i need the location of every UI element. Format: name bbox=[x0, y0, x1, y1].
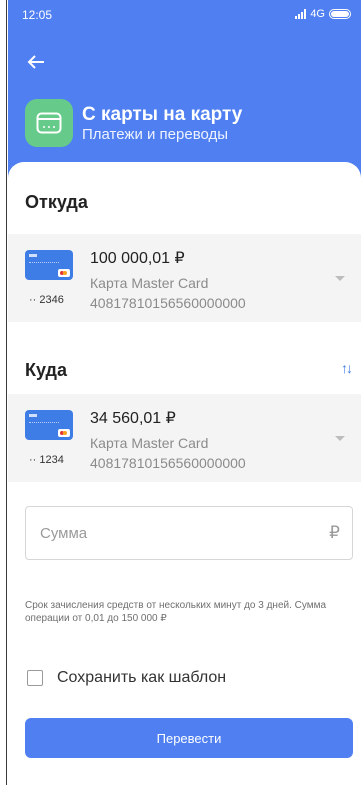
left-frame-border bbox=[6, 0, 7, 785]
save-template-label: Сохранить как шаблон bbox=[57, 669, 227, 686]
card-icon bbox=[25, 250, 73, 280]
card-icon bbox=[25, 410, 73, 440]
transfer-hint: Срок зачисления средств от нескольких ми… bbox=[25, 600, 327, 624]
save-template-checkbox[interactable] bbox=[27, 670, 43, 686]
ruble-icon: ₽ bbox=[329, 523, 340, 542]
amount-input[interactable]: Сумма ₽ bbox=[25, 506, 353, 560]
status-indicators: 4G bbox=[295, 8, 351, 20]
card-name: Карта Master Card bbox=[90, 275, 209, 291]
to-card-select[interactable]: ·· 1234 34 560,01 ₽ Карта Master Card 40… bbox=[8, 394, 361, 482]
to-section-title: Куда bbox=[25, 360, 67, 380]
amount-placeholder: Сумма bbox=[40, 525, 88, 542]
transfer-button[interactable]: Перевести bbox=[25, 718, 353, 758]
status-time: 12:05 bbox=[22, 8, 53, 22]
save-template-row[interactable]: Сохранить как шаблон bbox=[25, 667, 226, 689]
page-subtitle: Платежи и переводы bbox=[82, 126, 229, 143]
network-type: 4G bbox=[310, 8, 325, 20]
arrow-left-icon bbox=[27, 55, 44, 69]
card-name: Карта Master Card bbox=[90, 435, 209, 451]
back-button[interactable] bbox=[24, 50, 48, 74]
wallet-icon bbox=[25, 99, 73, 147]
card-balance: 34 560,01 ₽ bbox=[90, 410, 176, 427]
page-title: С карты на карту bbox=[82, 104, 243, 125]
card-account: 40817810156560000000 bbox=[90, 295, 246, 311]
from-card-select[interactable]: ·· 2346 100 000,01 ₽ Карта Master Card 4… bbox=[8, 234, 361, 322]
from-section-title: Откуда bbox=[25, 192, 88, 212]
signal-icon bbox=[295, 9, 307, 19]
card-last-digits: ·· 2346 bbox=[29, 294, 64, 306]
chevron-down-icon bbox=[335, 436, 345, 441]
transfer-form: Откуда ·· 2346 100 000,01 ₽ Карта Master… bbox=[8, 162, 361, 785]
swap-vertical-icon[interactable]: ↑↓ bbox=[341, 360, 353, 376]
card-account: 40817810156560000000 bbox=[90, 455, 246, 471]
header: С карты на карту Платежи и переводы bbox=[8, 30, 361, 180]
battery-icon bbox=[329, 9, 351, 19]
card-last-digits: ·· 1234 bbox=[29, 454, 64, 466]
status-bar: 12:05 4G bbox=[8, 0, 361, 30]
card-balance: 100 000,01 ₽ bbox=[90, 250, 185, 267]
chevron-down-icon bbox=[335, 276, 345, 281]
